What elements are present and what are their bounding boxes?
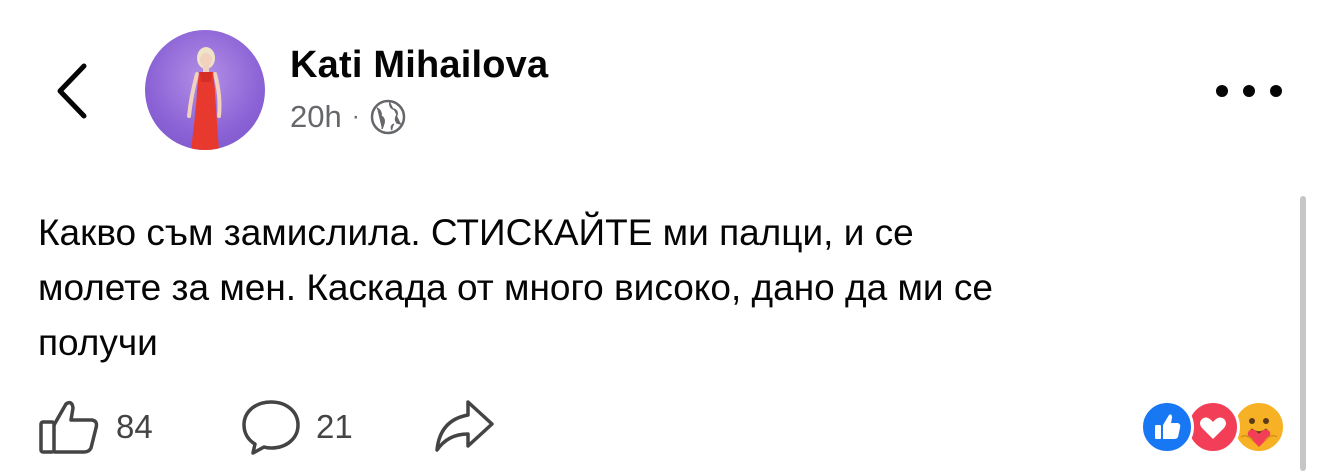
share-button[interactable] <box>432 398 496 454</box>
like-reaction-icon <box>1140 400 1194 454</box>
author-name[interactable]: Kati Mihailova <box>290 44 548 87</box>
post-timestamp[interactable]: 20h <box>290 99 342 135</box>
post-text: Какво съм замислила. СТИСКАЙТЕ ми палци,… <box>38 212 993 363</box>
meta-separator: · <box>351 103 360 130</box>
like-count: 84 <box>116 408 153 445</box>
like-button[interactable]: 84 <box>38 398 153 456</box>
reaction-summary[interactable] <box>1140 400 1286 454</box>
scrollbar[interactable] <box>1300 196 1306 471</box>
globe-icon <box>370 99 405 135</box>
share-arrow-icon <box>435 400 494 452</box>
back-button[interactable] <box>46 56 96 126</box>
more-dot <box>1216 85 1228 97</box>
comment-count: 21 <box>316 408 353 445</box>
care-reaction-icon <box>1232 400 1286 454</box>
comment-bubble-icon <box>242 400 300 455</box>
chevron-left-icon <box>57 63 87 119</box>
post-meta: 20h · <box>290 99 406 135</box>
avatar-photo <box>187 47 222 150</box>
thumbs-up-icon <box>39 400 99 454</box>
more-dot <box>1270 85 1282 97</box>
more-dot <box>1243 85 1255 97</box>
more-options-button[interactable] <box>1216 78 1282 104</box>
love-reaction-icon <box>1186 400 1240 454</box>
comment-button[interactable]: 21 <box>240 398 353 456</box>
avatar[interactable] <box>145 30 265 150</box>
